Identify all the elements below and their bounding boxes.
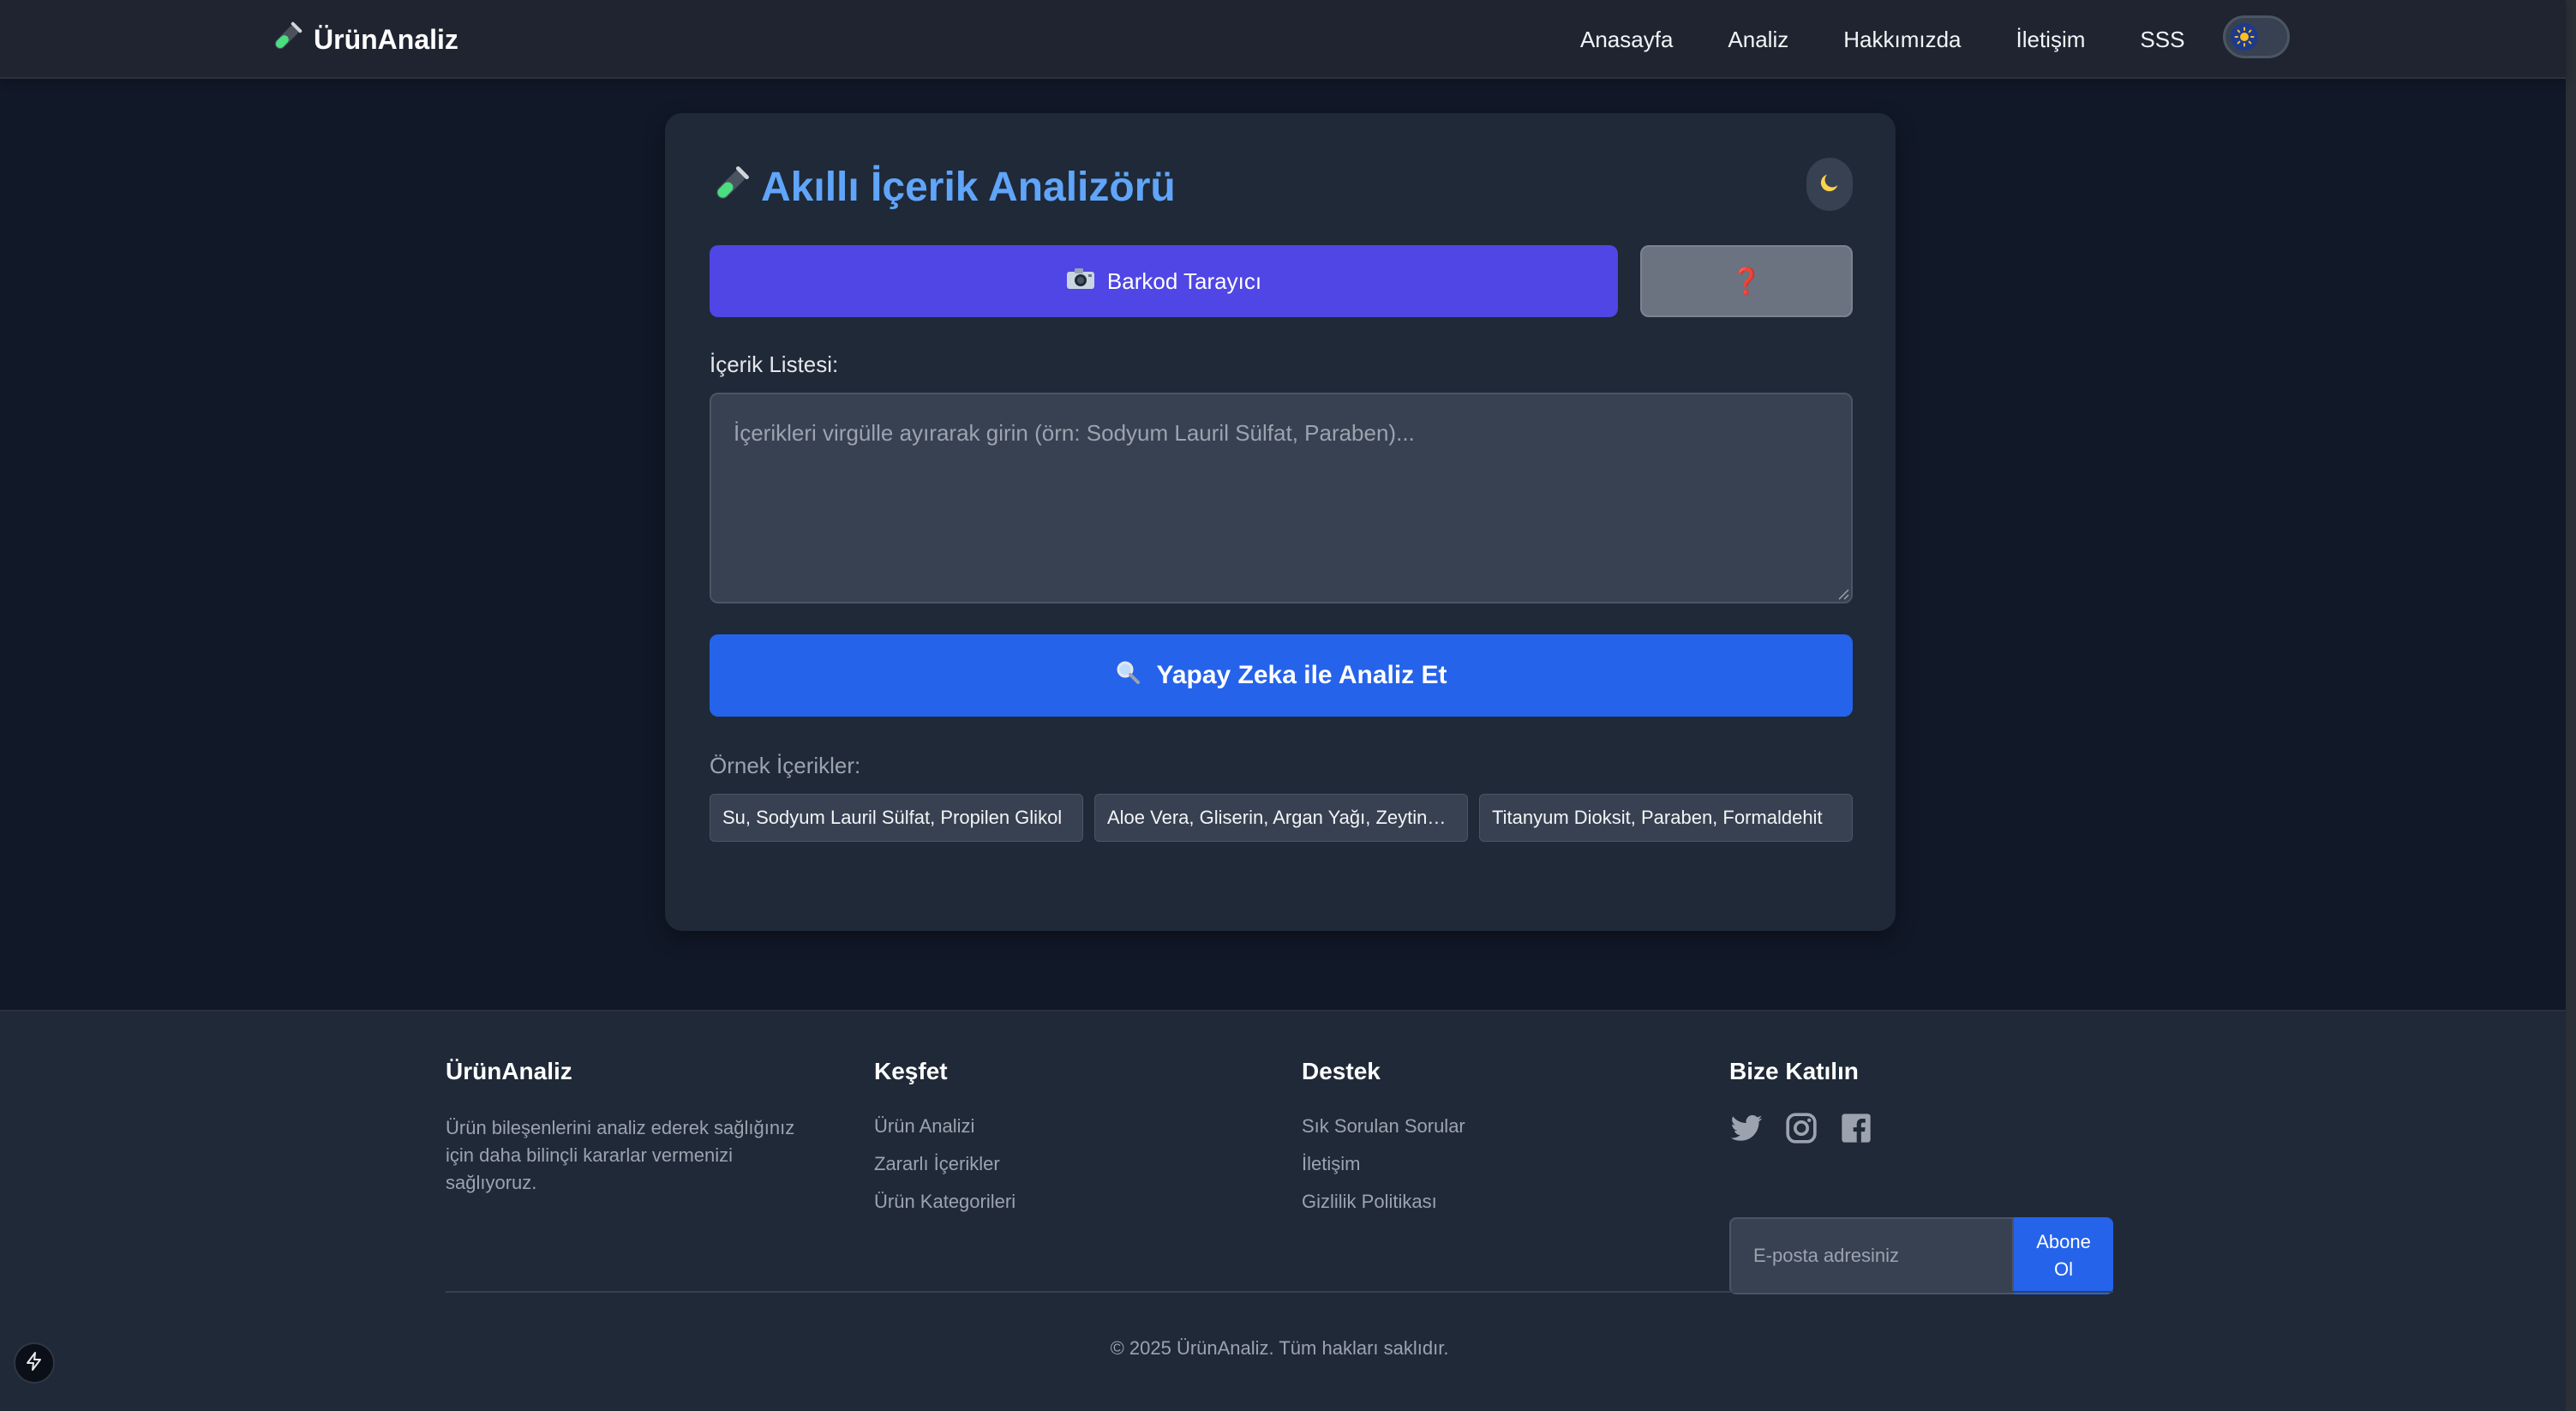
footer-link-product-categories[interactable]: Ürün Kategorileri xyxy=(874,1190,1015,1214)
facebook-icon[interactable] xyxy=(1839,1111,1873,1150)
example-chip[interactable]: Aloe Vera, Gliserin, Argan Yağı, Zeytiny… xyxy=(1094,794,1468,842)
footer-link-faq[interactable]: Sık Sorulan Sorular xyxy=(1302,1114,1465,1138)
barcode-scanner-label: Barkod Tarayıcı xyxy=(1106,267,1262,294)
nav-link-faq[interactable]: SSS xyxy=(2140,27,2184,53)
test-tube-icon xyxy=(710,165,751,210)
footer-support-heading: Destek xyxy=(1302,1058,1381,1084)
footer-divider xyxy=(446,1291,2113,1293)
email-input[interactable] xyxy=(1729,1217,2014,1294)
footer-join: Bize Katılın Abone Ol xyxy=(1729,1058,2113,1294)
magnifier-icon xyxy=(1115,659,1141,692)
subscribe-button[interactable]: Abone Ol xyxy=(2014,1217,2113,1294)
newsletter-form: Abone Ol xyxy=(1729,1217,2113,1294)
footer-about: ÜrünAnaliz Ürün bileşenlerini analiz ede… xyxy=(446,1058,823,1197)
help-button[interactable]: ❓ xyxy=(1640,245,1853,317)
dark-mode-button[interactable] xyxy=(1806,158,1853,211)
footer-link-contact[interactable]: İletişim xyxy=(1302,1152,1465,1176)
brand-name: ÜrünAnaliz xyxy=(314,23,458,55)
nav-link-contact[interactable]: İletişim xyxy=(2016,27,2086,53)
twitter-icon[interactable] xyxy=(1729,1111,1764,1150)
sun-icon xyxy=(2231,23,2258,51)
nav-link-analysis[interactable]: Analiz xyxy=(1728,27,1788,53)
analyzer-title: Akıllı İçerik Analizörü xyxy=(710,158,1176,216)
footer-link-harmful-ingredients[interactable]: Zararlı İçerikler xyxy=(874,1152,1015,1176)
footer-about-heading: ÜrünAnaliz xyxy=(446,1058,572,1084)
examples-label: Örnek İçerikler: xyxy=(710,753,861,778)
barcode-scanner-button[interactable]: Barkod Tarayıcı xyxy=(710,245,1618,317)
test-tube-icon xyxy=(269,21,303,59)
lightning-icon xyxy=(24,1351,45,1376)
footer-about-text: Ürün bileşenlerini analiz ederek sağlığı… xyxy=(446,1117,795,1193)
analyze-button[interactable]: Yapay Zeka ile Analiz Et xyxy=(710,634,1853,717)
analyzer-card: Akıllı İçerik Analizörü Barkod Tarayıcı … xyxy=(665,113,1896,931)
instagram-icon[interactable] xyxy=(1784,1111,1818,1150)
copyright-text: © 2025 ÜrünAnaliz. Tüm hakları saklıdır. xyxy=(1110,1337,1449,1359)
question-mark-icon: ❓ xyxy=(1730,267,1763,296)
analyzer-title-text: Akıllı İçerik Analizörü xyxy=(761,164,1176,210)
footer-join-heading: Bize Katılın xyxy=(1729,1058,1859,1084)
ingredients-input[interactable] xyxy=(710,393,1853,603)
footer-explore-heading: Keşfet xyxy=(874,1058,948,1084)
dev-tools-badge[interactable] xyxy=(14,1342,55,1384)
brand-logo[interactable]: ÜrünAnaliz xyxy=(269,15,458,63)
camera-icon xyxy=(1066,267,1095,297)
footer-support: Destek Sık Sorulan Sorular İletişim Gizl… xyxy=(1302,1058,1465,1228)
resize-grip-icon[interactable] xyxy=(1836,586,1849,600)
theme-toggle[interactable] xyxy=(2223,15,2290,58)
analyze-button-label: Yapay Zeka ile Analiz Et xyxy=(1156,661,1447,689)
page-scrollbar[interactable] xyxy=(2566,0,2576,1411)
nav-links: Anasayfa Analiz Hakkımızda İletişim SSS xyxy=(1580,15,2184,63)
example-chip[interactable]: Su, Sodyum Lauril Sülfat, Propilen Gliko… xyxy=(710,794,1083,842)
footer-link-privacy[interactable]: Gizlilik Politikası xyxy=(1302,1190,1465,1214)
navbar: ÜrünAnaliz Anasayfa Analiz Hakkımızda İl… xyxy=(0,0,2566,79)
moon-icon xyxy=(1818,171,1842,199)
footer-explore: Keşfet Ürün Analizi Zararlı İçerikler Ür… xyxy=(874,1058,1015,1228)
nav-link-home[interactable]: Anasayfa xyxy=(1580,27,1673,53)
footer-link-product-analysis[interactable]: Ürün Analizi xyxy=(874,1114,1015,1138)
social-links xyxy=(1729,1111,2113,1150)
example-chip[interactable]: Titanyum Dioksit, Paraben, Formaldehit xyxy=(1479,794,1853,842)
nav-link-about[interactable]: Hakkımızda xyxy=(1843,27,1961,53)
ingredients-label: İçerik Listesi: xyxy=(710,351,839,377)
footer: ÜrünAnaliz Ürün bileşenlerini analiz ede… xyxy=(0,1010,2566,1411)
